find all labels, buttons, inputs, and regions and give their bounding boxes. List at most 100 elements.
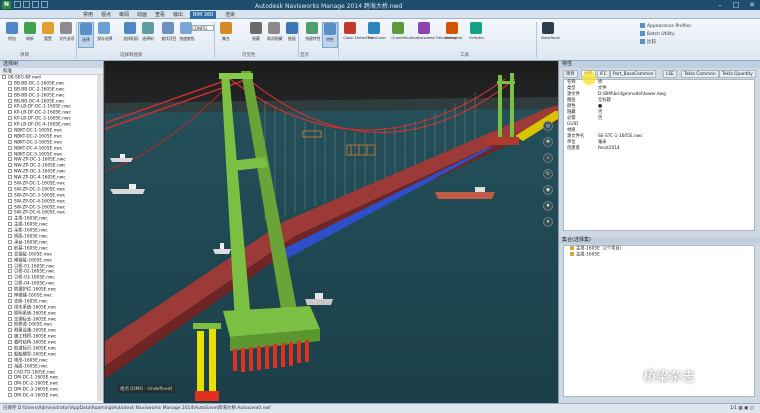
appearance-profiler-button[interactable]: Appearance Profiler — [640, 23, 691, 29]
expand-toggle-icon[interactable] — [8, 128, 12, 133]
expand-toggle-icon[interactable] — [8, 281, 12, 286]
expand-toggle-icon[interactable] — [8, 186, 12, 191]
property-tab-2[interactable]: IFC — [597, 70, 610, 78]
expand-toggle-icon[interactable] — [8, 222, 12, 227]
tab-0[interactable]: 常用 — [80, 11, 96, 19]
batch-utility-button[interactable]: Batch Utility — [640, 31, 675, 37]
ribbon-button-6[interactable]: 选择相同 — [122, 22, 139, 48]
expand-toggle-icon[interactable] — [8, 245, 12, 250]
ribbon-button-4[interactable]: 选择 — [78, 22, 94, 48]
property-tab-3[interactable]: Part_BaseCommon — [610, 70, 657, 78]
compare-button[interactable]: 比较 — [640, 39, 656, 45]
expand-toggle-icon[interactable] — [8, 375, 12, 380]
walk-icon[interactable]: ♦ — [543, 201, 553, 211]
open-icon[interactable] — [14, 1, 21, 8]
ribbon-button-12[interactable]: 取消隐藏 — [266, 22, 283, 48]
expand-toggle-icon[interactable] — [8, 151, 12, 156]
zoom-icon[interactable]: ⌕ — [543, 153, 553, 163]
expand-toggle-icon[interactable] — [8, 269, 12, 274]
expand-toggle-icon[interactable] — [8, 357, 12, 362]
tree-item[interactable]: DM-DC-4-1605E.nwc — [0, 393, 98, 399]
tab-2[interactable]: 审阅 — [116, 11, 132, 19]
ribbon-button-3[interactable]: 文件选项 — [58, 22, 75, 48]
ribbon-button-16[interactable]: Clash Detective — [342, 22, 373, 48]
expand-toggle-icon[interactable] — [8, 322, 12, 327]
property-tab-0[interactable]: 项目 — [563, 70, 578, 78]
expand-toggle-icon[interactable] — [8, 175, 12, 180]
expand-toggle-icon[interactable] — [8, 393, 12, 398]
ribbon-button-15[interactable]: 特性 — [322, 22, 338, 48]
expand-toggle-icon[interactable] — [8, 192, 12, 197]
ribbon-button-8[interactable]: 查找项目 — [160, 22, 177, 48]
expand-toggle-icon[interactable] — [8, 133, 12, 138]
expand-toggle-icon[interactable] — [8, 257, 12, 262]
tab-5[interactable]: 输出 — [170, 11, 186, 19]
expand-toggle-icon[interactable] — [8, 304, 12, 309]
expand-toggle-icon[interactable] — [8, 145, 12, 150]
ribbon-button-11[interactable]: 隐藏 — [248, 22, 264, 48]
expand-toggle-icon[interactable] — [8, 369, 12, 374]
expand-toggle-icon[interactable] — [8, 234, 12, 239]
ribbon-button-19[interactable]: Autodesk Rendering — [416, 22, 456, 48]
save-icon[interactable] — [23, 1, 30, 8]
ribbon-button-1[interactable]: 刷新 — [22, 22, 38, 48]
steeringwheel-icon[interactable]: ◎ — [543, 121, 553, 131]
expand-toggle-icon[interactable] — [8, 251, 12, 256]
property-tab-5[interactable]: Tekla Common — [681, 70, 719, 78]
tab-3[interactable]: 动画 — [134, 11, 150, 19]
expand-toggle-icon[interactable] — [8, 169, 12, 174]
expand-toggle-icon[interactable] — [8, 263, 12, 268]
expand-toggle-icon[interactable] — [8, 351, 12, 356]
undo-icon[interactable] — [32, 1, 39, 8]
tab-7[interactable]: 渲染 — [222, 11, 238, 19]
ribbon-button-5[interactable]: 保存选择 — [96, 22, 113, 48]
expand-toggle-icon[interactable] — [8, 334, 12, 339]
expand-toggle-icon[interactable] — [8, 80, 12, 85]
expand-toggle-icon[interactable] — [8, 345, 12, 350]
expand-toggle-icon[interactable] — [8, 340, 12, 345]
redo-icon[interactable] — [41, 1, 48, 8]
expand-toggle-icon[interactable] — [8, 298, 12, 303]
expand-toggle-icon[interactable] — [8, 239, 12, 244]
set-item[interactable]: 主缆-1605E — [564, 252, 754, 258]
3d-viewport[interactable]: 视点 [DMO - Undefined] — [105, 61, 558, 403]
ribbon-button-22[interactable]: DataTools — [540, 22, 560, 48]
ribbon-button-17[interactable]: TimeLiner — [366, 22, 386, 48]
maximize-button[interactable]: □ — [728, 0, 744, 10]
pan-icon[interactable]: ✥ — [543, 137, 553, 147]
expand-toggle-icon[interactable] — [8, 210, 12, 215]
expand-toggle-icon[interactable] — [8, 387, 12, 392]
ribbon-button-14[interactable]: 快捷特性 — [304, 22, 321, 48]
expand-toggle-icon[interactable] — [8, 163, 12, 168]
expand-toggle-icon[interactable] — [8, 287, 12, 292]
tree-scrollbar[interactable] — [97, 75, 103, 401]
expand-toggle-icon[interactable] — [8, 110, 12, 115]
close-button[interactable]: ✕ — [744, 0, 760, 10]
ribbon-button-20[interactable]: Animator — [444, 22, 463, 48]
property-tab-6[interactable]: Tekla Quantity — [719, 70, 756, 78]
expand-toggle-icon[interactable] — [8, 292, 12, 297]
expand-toggle-icon[interactable] — [8, 116, 12, 121]
expand-toggle-icon[interactable] — [8, 139, 12, 144]
tab-6[interactable]: BIM 360 — [190, 11, 217, 19]
expand-toggle-icon[interactable] — [8, 92, 12, 97]
expand-toggle-icon[interactable] — [8, 181, 12, 186]
tree-mode-dropdown[interactable]: 标准 — [0, 68, 103, 75]
minimize-button[interactable]: – — [712, 0, 728, 10]
expand-toggle-icon[interactable] — [8, 228, 12, 233]
expand-toggle-icon[interactable] — [8, 86, 12, 91]
ribbon-button-2[interactable]: 重置 — [40, 22, 56, 48]
tab-1[interactable]: 视点 — [98, 11, 114, 19]
expand-toggle-icon[interactable] — [8, 381, 12, 386]
expand-toggle-icon[interactable] — [8, 316, 12, 321]
expand-toggle-icon[interactable] — [2, 75, 6, 79]
expand-toggle-icon[interactable] — [8, 98, 12, 103]
expand-toggle-icon[interactable] — [8, 198, 12, 203]
ribbon-button-9[interactable]: 快速查找 — [178, 22, 195, 48]
tab-4[interactable]: 查看 — [152, 11, 168, 19]
ribbon-button-21[interactable]: Scripter — [468, 22, 484, 48]
ribbon-button-7[interactable]: 选择树 — [140, 22, 156, 48]
expand-toggle-icon[interactable] — [8, 122, 12, 127]
expand-toggle-icon[interactable] — [8, 275, 12, 280]
expand-toggle-icon[interactable] — [8, 216, 12, 221]
